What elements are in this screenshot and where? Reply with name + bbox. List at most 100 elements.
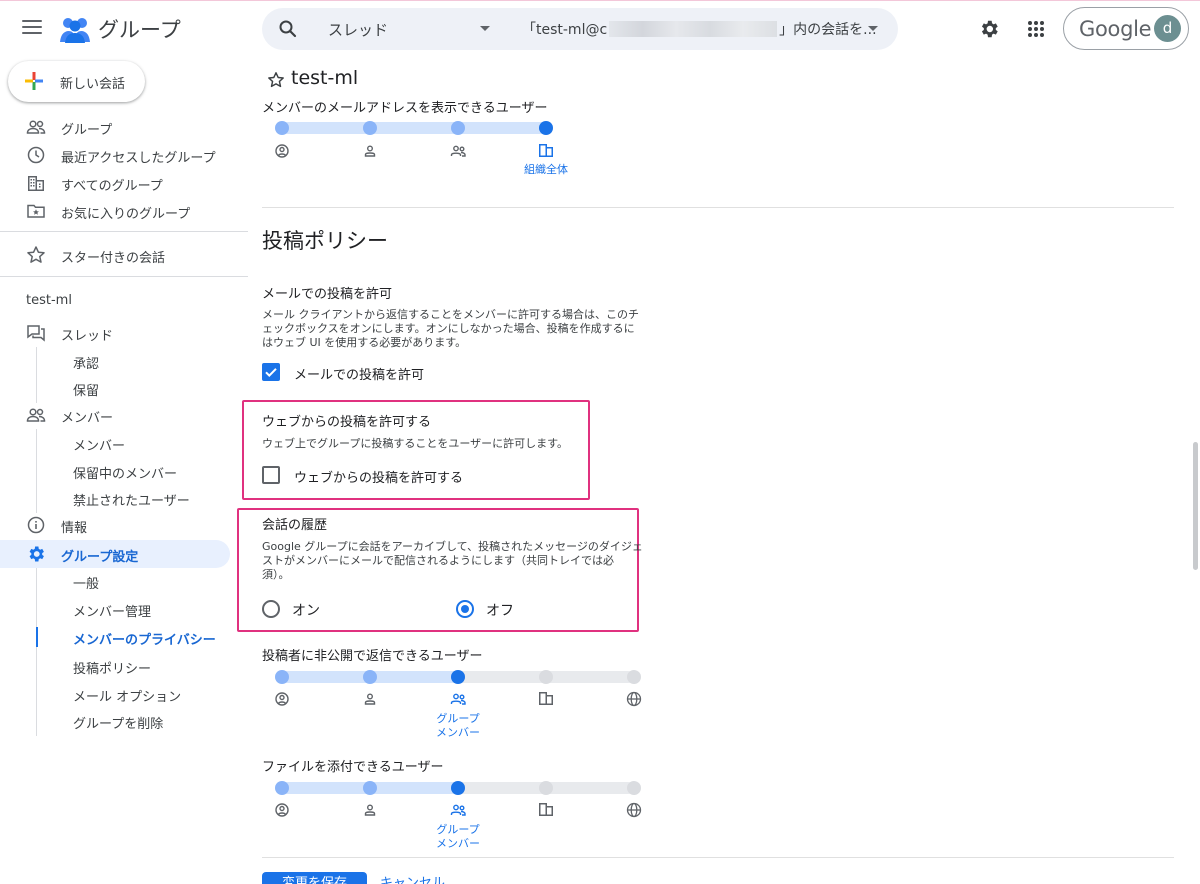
settings-gear-icon[interactable] xyxy=(978,18,1000,40)
sidebar-subitem-member-management[interactable]: メンバー管理 xyxy=(0,595,230,623)
account-circle-icon xyxy=(275,144,289,158)
chevron-down-icon[interactable] xyxy=(480,26,490,31)
group-icon xyxy=(450,804,466,816)
sidebar-subitem-posting-policy[interactable]: 投稿ポリシー xyxy=(0,652,230,680)
save-changes-button[interactable]: 変更を保存 xyxy=(262,872,367,884)
group-icon xyxy=(450,693,466,705)
slider-step[interactable] xyxy=(539,670,553,684)
person-icon xyxy=(364,145,376,157)
sidebar-subitem-general[interactable]: 一般 xyxy=(0,567,230,595)
sidebar-subitem-delete-group[interactable]: グループを削除 xyxy=(0,707,230,735)
slider-label-line: メンバー xyxy=(436,837,480,850)
web-posting-checkbox[interactable] xyxy=(262,466,280,484)
slider-step[interactable] xyxy=(363,670,377,684)
apps-grid-icon[interactable] xyxy=(1027,20,1045,38)
slider-step[interactable] xyxy=(275,781,289,795)
email-visibility-track[interactable] xyxy=(262,118,562,158)
slider-label-line: グループ xyxy=(436,823,480,836)
globe-icon xyxy=(626,691,642,707)
slider-thumb[interactable] xyxy=(451,781,465,795)
avatar[interactable]: d xyxy=(1154,15,1181,42)
slider-thumb[interactable] xyxy=(539,121,553,135)
history-on-radio[interactable] xyxy=(262,600,280,618)
sidebar-divider xyxy=(0,231,248,232)
slider-step[interactable] xyxy=(363,121,377,135)
sidebar-subitem-label: 保留中のメンバー xyxy=(73,467,178,482)
slider-step[interactable] xyxy=(451,121,465,135)
sidebar-subitem-email-options[interactable]: メール オプション xyxy=(0,680,230,708)
section-divider xyxy=(262,857,1174,858)
sidebar-item-all-groups[interactable]: すべてのグループ xyxy=(0,169,230,197)
web-posting-label: ウェブからの投稿を許可する xyxy=(262,415,432,430)
favorite-star-icon[interactable] xyxy=(267,71,285,89)
private-reply-track[interactable] xyxy=(262,667,662,709)
history-label: 会話の履歴 xyxy=(262,518,328,533)
history-on-label[interactable]: オン xyxy=(292,600,320,620)
search-scope-select[interactable]: スレッド xyxy=(328,19,388,40)
slider-step[interactable] xyxy=(539,781,553,795)
history-off-radio[interactable] xyxy=(456,600,474,618)
search-query-prefix: 「test-ml@c xyxy=(522,22,608,38)
attach-files-track[interactable] xyxy=(262,778,662,820)
sidebar-item-members[interactable]: メンバー xyxy=(0,401,230,429)
scrollbar-thumb[interactable] xyxy=(1193,442,1198,570)
search-input[interactable]: 「test-ml@c 」内の会話を... xyxy=(522,19,877,39)
private-reply-label: 投稿者に非公開で返信できるユーザー xyxy=(262,649,483,664)
people-icon xyxy=(26,120,46,134)
page-title: test-ml xyxy=(291,67,359,89)
person-icon xyxy=(364,804,376,816)
sidebar-item-threads[interactable]: スレッド xyxy=(0,319,230,347)
slider-step[interactable] xyxy=(275,121,289,135)
sidebar-subitem-label: 一般 xyxy=(73,577,100,592)
groups-logo-icon[interactable] xyxy=(58,14,92,44)
description-line: ストがメンバーにメールで配信されるようにします（共同トレイでは必 xyxy=(262,554,614,567)
sidebar-subitem-member-list[interactable]: メンバー xyxy=(0,429,230,457)
sidebar-subitem-pending[interactable]: 保留 xyxy=(0,374,230,402)
people-icon xyxy=(26,408,46,422)
info-icon xyxy=(27,516,45,534)
private-reply-slider[interactable]: グループ メンバー xyxy=(262,667,662,742)
globe-icon xyxy=(626,802,642,818)
email-posting-checkbox-label[interactable]: メールでの投稿を許可 xyxy=(294,364,424,383)
account-button[interactable]: Google d xyxy=(1063,7,1189,50)
slider-step[interactable] xyxy=(627,781,641,795)
cancel-button[interactable]: キャンセル xyxy=(380,872,460,884)
gear-icon xyxy=(29,546,44,562)
sidebar-subitem-member-privacy[interactable]: メンバーのプライバシー xyxy=(0,623,230,651)
email-visibility-slider[interactable]: 組織全体 xyxy=(262,118,568,188)
email-posting-checkbox[interactable] xyxy=(262,363,280,381)
history-off-label[interactable]: オフ xyxy=(486,600,514,620)
search-bar[interactable]: スレッド 「test-ml@c 」内の会話を... xyxy=(262,8,898,50)
new-conversation-button[interactable]: 新しい会話 xyxy=(8,61,145,102)
sidebar-item-label: 最近アクセスしたグループ xyxy=(61,151,216,166)
sidebar-item-groups[interactable]: グループ xyxy=(0,113,230,141)
sidebar-subitem-approval[interactable]: 承認 xyxy=(0,347,230,375)
slider-thumb[interactable] xyxy=(451,670,465,684)
sidebar-subitem-pending-members[interactable]: 保留中のメンバー xyxy=(0,457,230,485)
sidebar-item-recent[interactable]: 最近アクセスしたグループ xyxy=(0,141,230,169)
history-description: Google グループに会話をアーカイブして、投稿されたメッセージのダイジェ ス… xyxy=(262,540,643,582)
attach-files-label: ファイルを添付できるユーザー xyxy=(262,760,444,775)
building-icon xyxy=(539,144,553,157)
description-line: メール クライアントから返信することをメンバーに許可する場合は、このチ xyxy=(262,308,640,321)
sidebar-item-info[interactable]: 情報 xyxy=(0,511,230,539)
slider-label-line: メンバー xyxy=(436,726,480,739)
sidebar-item-starred[interactable]: スター付きの会話 xyxy=(0,241,230,269)
web-posting-checkbox-label[interactable]: ウェブからの投稿を許可する xyxy=(294,467,463,486)
sidebar-subitem-banned-users[interactable]: 禁止されたユーザー xyxy=(0,484,230,512)
slider-selected-label: グループ メンバー xyxy=(423,712,493,740)
sidebar-subitem-label: 禁止されたユーザー xyxy=(73,494,190,509)
search-options-chevron-icon[interactable] xyxy=(868,26,878,31)
attach-files-slider[interactable]: グループ メンバー xyxy=(262,778,662,853)
search-icon[interactable] xyxy=(278,19,298,39)
section-divider xyxy=(262,207,1174,208)
email-visibility-label: メンバーのメールアドレスを表示できるユーザー xyxy=(262,101,548,116)
slider-step[interactable] xyxy=(363,781,377,795)
google-brand-label: Google xyxy=(1079,17,1152,41)
main-menu-icon[interactable] xyxy=(22,20,42,36)
slider-step[interactable] xyxy=(627,670,641,684)
sidebar-item-favorites[interactable]: お気に入りのグループ xyxy=(0,197,230,225)
sidebar-item-group-settings[interactable]: グループ設定 xyxy=(0,540,230,568)
star-outline-icon xyxy=(27,246,45,263)
slider-step[interactable] xyxy=(275,670,289,684)
